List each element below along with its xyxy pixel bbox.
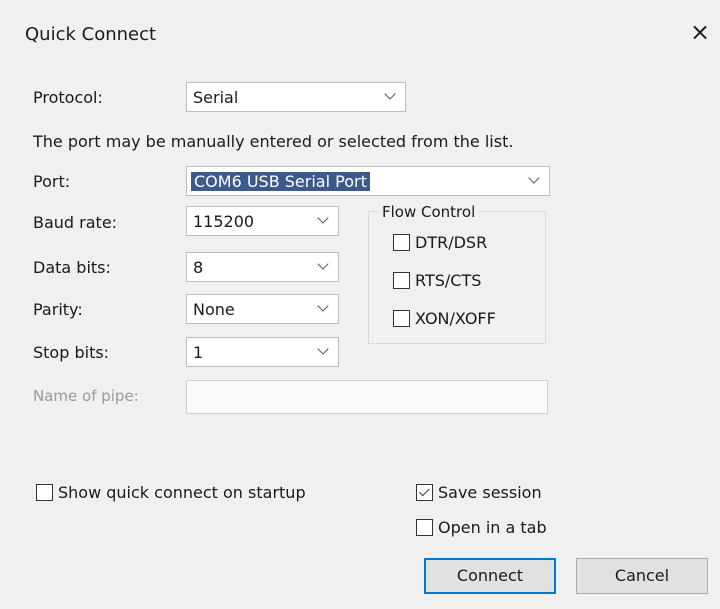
data-bits-label: Data bits: xyxy=(33,258,111,277)
baud-rate-select[interactable]: 115200 xyxy=(186,206,339,236)
show-on-startup-checkbox[interactable]: Show quick connect on startup xyxy=(36,483,306,502)
data-bits-select[interactable]: 8 xyxy=(186,252,339,282)
parity-value: None xyxy=(193,300,235,319)
save-session-checkbox[interactable]: Save session xyxy=(416,483,542,502)
protocol-value: Serial xyxy=(193,88,239,107)
checkbox-icon xyxy=(36,484,53,501)
cancel-button[interactable]: Cancel xyxy=(576,558,708,594)
chevron-down-icon xyxy=(317,300,329,312)
flow-control-title: Flow Control xyxy=(379,203,479,221)
xon-xoff-checkbox[interactable]: XON/XOFF xyxy=(393,309,496,328)
baud-rate-label: Baud rate: xyxy=(33,213,118,232)
stop-bits-label: Stop bits: xyxy=(33,343,110,362)
rts-cts-label: RTS/CTS xyxy=(415,271,482,290)
connect-button[interactable]: Connect xyxy=(424,558,556,594)
port-value: COM6 USB Serial Port xyxy=(191,172,370,191)
open-in-tab-label: Open in a tab xyxy=(438,518,547,537)
chevron-down-icon xyxy=(317,343,329,355)
checkbox-icon xyxy=(393,272,410,289)
checkmark-icon xyxy=(416,484,433,501)
chevron-down-icon xyxy=(528,172,540,184)
chevron-down-icon xyxy=(317,212,329,224)
chevron-down-icon xyxy=(317,258,329,270)
dtr-dsr-checkbox[interactable]: DTR/DSR xyxy=(393,233,487,252)
stop-bits-select[interactable]: 1 xyxy=(186,337,339,367)
pipe-name-label: Name of pipe: xyxy=(33,387,139,405)
baud-rate-value: 115200 xyxy=(193,212,255,231)
parity-label: Parity: xyxy=(33,300,83,319)
instruction-text: The port may be manually entered or sele… xyxy=(33,132,514,151)
protocol-select[interactable]: Serial xyxy=(186,82,406,112)
pipe-name-field[interactable] xyxy=(186,380,548,414)
checkbox-icon xyxy=(393,310,410,327)
stop-bits-value: 1 xyxy=(193,343,204,362)
protocol-label: Protocol: xyxy=(33,88,103,107)
chevron-down-icon xyxy=(384,88,396,100)
quick-connect-dialog: Quick Connect × Protocol: Serial The por… xyxy=(0,0,720,609)
data-bits-value: 8 xyxy=(193,258,204,277)
checkbox-icon xyxy=(416,519,433,536)
close-icon[interactable]: × xyxy=(690,20,710,44)
dialog-title: Quick Connect xyxy=(25,24,157,45)
xon-xoff-label: XON/XOFF xyxy=(415,309,496,328)
save-session-label: Save session xyxy=(438,483,542,502)
open-in-tab-checkbox[interactable]: Open in a tab xyxy=(416,518,547,537)
dtr-dsr-label: DTR/DSR xyxy=(415,233,488,252)
port-select[interactable]: COM6 USB Serial Port xyxy=(186,166,550,196)
rts-cts-checkbox[interactable]: RTS/CTS xyxy=(393,271,481,290)
checkbox-icon xyxy=(393,234,410,251)
port-label: Port: xyxy=(33,172,71,191)
parity-select[interactable]: None xyxy=(186,294,339,324)
show-on-startup-label: Show quick connect on startup xyxy=(58,483,306,502)
